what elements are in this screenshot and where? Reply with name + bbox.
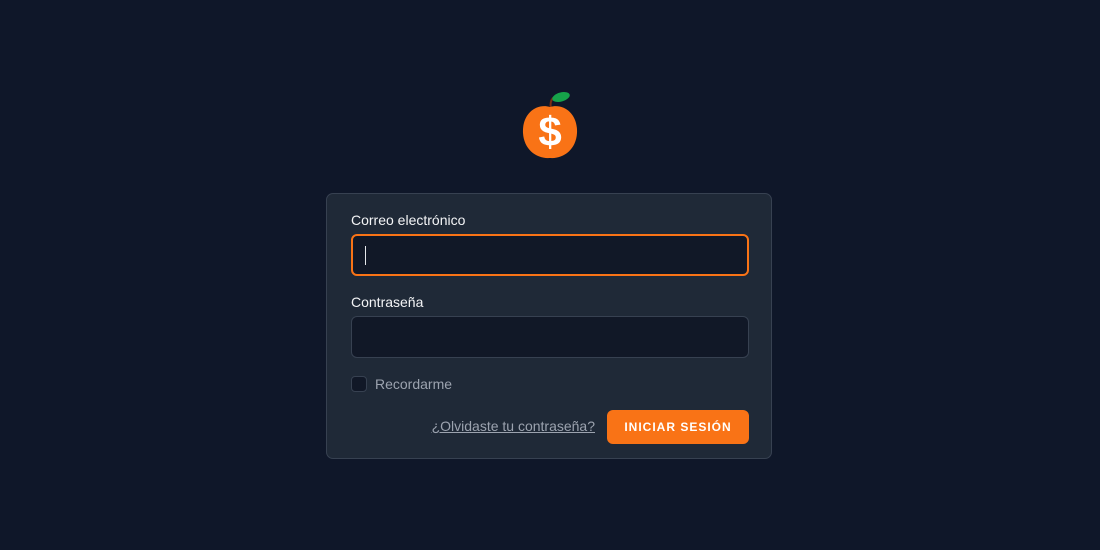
remember-label[interactable]: Recordarme <box>375 376 452 392</box>
text-cursor <box>365 246 366 265</box>
email-label: Correo electrónico <box>351 212 466 228</box>
password-label: Contraseña <box>351 294 424 310</box>
login-button[interactable]: INICIAR SESIÓN <box>607 410 749 444</box>
login-page: $ Correo electrónico Contraseña Recordar… <box>0 0 1100 550</box>
email-field[interactable] <box>351 234 749 276</box>
remember-checkbox[interactable] <box>351 376 367 392</box>
login-card: Correo electrónico Contraseña Recordarme… <box>326 193 772 459</box>
password-field[interactable] <box>351 316 749 358</box>
orange-dollar-icon: $ <box>522 92 578 159</box>
orange-leaf <box>552 92 570 102</box>
dollar-sign: $ <box>538 108 561 155</box>
forgot-password-link[interactable]: ¿Olvidaste tu contraseña? <box>432 418 595 434</box>
